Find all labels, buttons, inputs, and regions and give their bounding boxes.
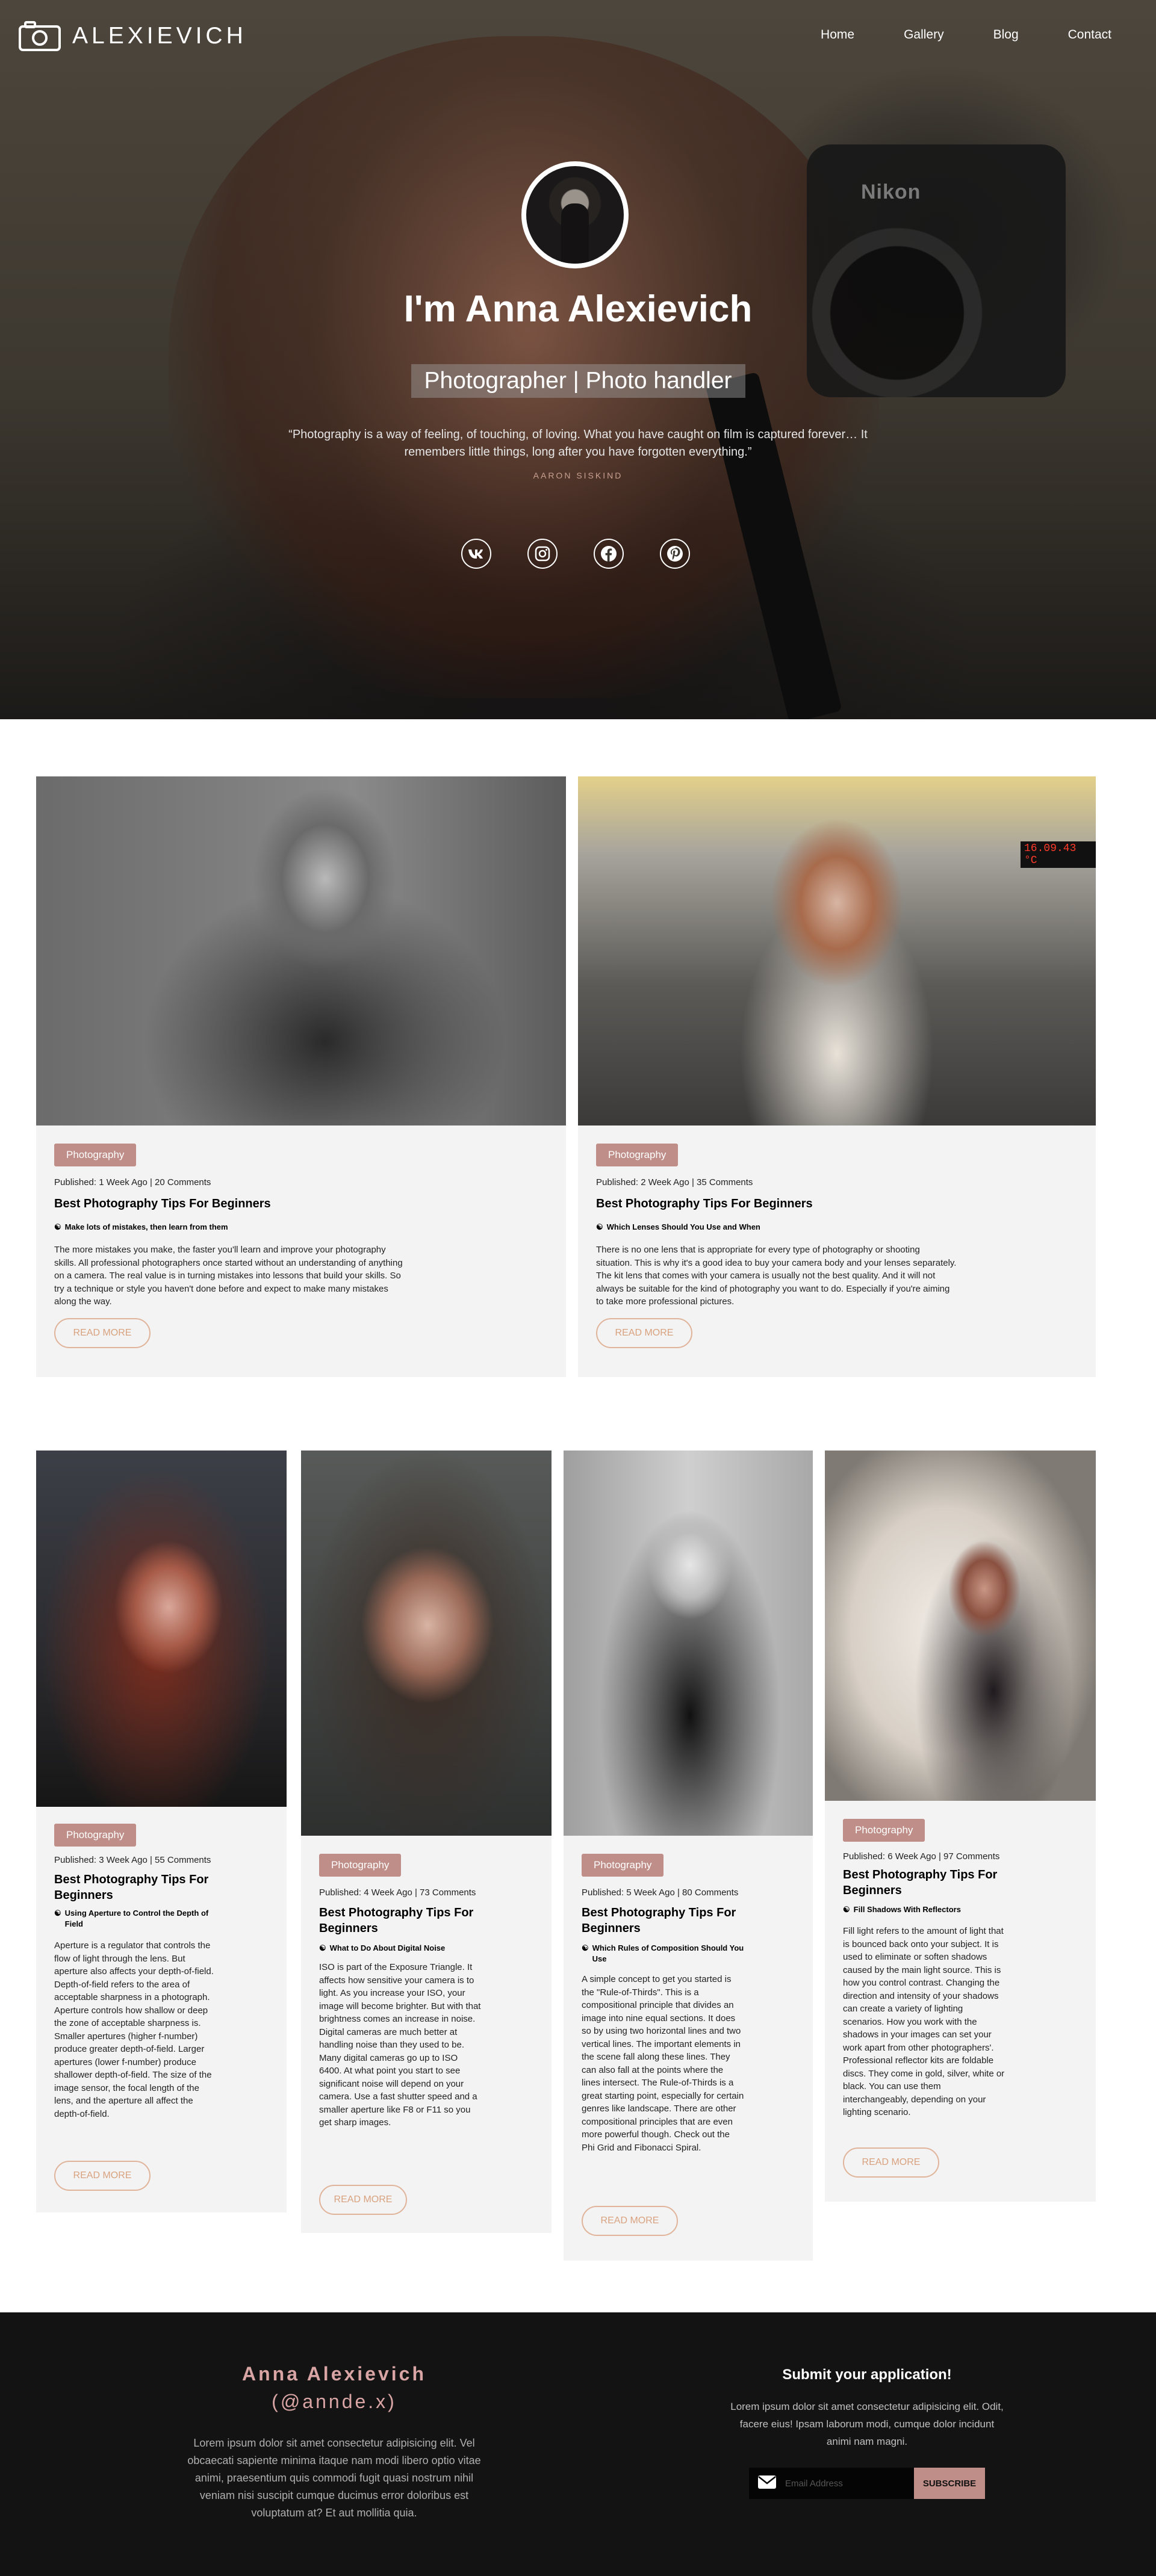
vk-icon[interactable] [461, 539, 491, 569]
nav-gallery-link[interactable]: Gallery [904, 28, 944, 42]
post-excerpt: A simple concept to get you started is t… [582, 1974, 744, 2153]
read-more-button[interactable]: READ MORE [596, 1318, 692, 1348]
footer-about-text: Lorem ipsum dolor sit amet consectetur a… [187, 2437, 481, 2519]
top-navigation: ALEXIEVICH Home Gallery Blog Contact [0, 0, 1156, 72]
post-excerpt: Fill light refers to the amount of light… [843, 1926, 1005, 2117]
read-more-button[interactable]: READ MORE [843, 2147, 939, 2178]
category-badge[interactable]: Photography [843, 1819, 925, 1842]
read-more-button[interactable]: READ MORE [582, 2206, 678, 2236]
post-meta: Published: 6 Week Ago | 97 Comments [843, 1851, 1000, 1862]
blog-card: Photography Published: 5 Week Ago | 80 C… [564, 1451, 813, 2261]
station-clock-text: 16.09.43 °C [1021, 841, 1096, 868]
nav-contact-link[interactable]: Contact [1068, 28, 1111, 42]
camera-brand-text: Nikon [861, 181, 921, 203]
post-excerpt: ISO is part of the Exposure Triangle. It… [319, 1962, 481, 2128]
blog-card: Photography Published: 4 Week Ago | 73 C… [301, 1451, 552, 2233]
post-meta: Published: 3 Week Ago | 55 Comments [54, 1855, 211, 1865]
brand-name: ALEXIEVICH [72, 23, 247, 49]
category-badge[interactable]: Photography [596, 1144, 679, 1166]
post-excerpt: Aperture is a regulator that controls th… [54, 1940, 214, 2119]
hero-camera-graphic [807, 144, 1066, 397]
yin-yang-icon: ☯ [319, 1943, 326, 1952]
footer-name: Anna Alexievich [241, 2363, 426, 2385]
post-meta: Published: 1 Week Ago | 20 Comments [54, 1177, 211, 1187]
category-badge[interactable]: Photography [582, 1854, 664, 1877]
site-logo[interactable]: ALEXIEVICH [18, 20, 247, 52]
nav-home-link[interactable]: Home [821, 28, 854, 42]
subscribe-button[interactable]: SUBSCRIBE [914, 2468, 985, 2499]
nav-links: Home Gallery Blog Contact [821, 28, 1111, 42]
yin-yang-icon: ☯ [54, 1909, 61, 1918]
post-title[interactable]: Best Photography Tips For Beginners [54, 1196, 536, 1212]
post-title[interactable]: Best Photography Tips For Beginners [582, 1905, 780, 1936]
hero-section: Nikon ALEXIEVICH Home Gallery Blog Conta… [0, 0, 1156, 719]
post-title[interactable]: Best Photography Tips For Beginners [319, 1905, 518, 1936]
instagram-icon[interactable] [527, 539, 558, 569]
footer-handle[interactable]: (@annde.x) [166, 2391, 503, 2413]
post-meta: Published: 5 Week Ago | 80 Comments [582, 1887, 739, 1898]
site-footer: Anna Alexievich (@annde.x) Lorem ipsum d… [0, 2312, 1156, 2576]
hero-subtitle: Photographer | Photo handler [411, 364, 745, 398]
subheading-text: Fill Shadows With Reflectors [853, 1905, 961, 1914]
envelope-icon [757, 2475, 777, 2492]
subscribe-title: Submit your application! [782, 2367, 952, 2383]
category-badge[interactable]: Photography [54, 1144, 137, 1166]
hero-quote: “Photography is a way of feeling, of tou… [288, 428, 868, 459]
avatar-figure [561, 203, 589, 264]
card-photo [36, 1451, 287, 1807]
post-subheading: ☯ Fill Shadows With Reflectors [843, 1904, 1036, 1915]
post-excerpt: There is no one lens that is appropriate… [596, 1245, 957, 1307]
email-placeholder: Email Address [785, 2478, 843, 2489]
subscribe-form: Email Address SUBSCRIBE [749, 2468, 985, 2499]
subheading-text: Which Rules of Composition Should You Us… [592, 1943, 744, 1963]
subheading-text: Which Lenses Should You Use and When [606, 1222, 760, 1231]
card-photo [825, 1451, 1096, 1801]
yin-yang-icon: ☯ [54, 1222, 61, 1231]
blog-card: 16.09.43 °C Photography Published: 2 Wee… [578, 776, 1096, 1377]
post-meta: Published: 4 Week Ago | 73 Comments [319, 1887, 476, 1898]
card-photo [301, 1451, 552, 1836]
social-links [461, 539, 690, 569]
category-badge[interactable]: Photography [319, 1854, 402, 1877]
post-subheading: ☯ Make lots of mistakes, then learn from … [54, 1222, 536, 1233]
camera-icon [18, 20, 61, 52]
post-excerpt: The more mistakes you make, the faster y… [54, 1245, 403, 1307]
yin-yang-icon: ☯ [596, 1222, 603, 1231]
hero-subtitle-wrap: Photographer | Photo handler [0, 364, 1156, 398]
read-more-button[interactable]: READ MORE [319, 2185, 407, 2215]
category-badge[interactable]: Photography [54, 1824, 137, 1847]
post-subheading: ☯ Using Aperture to Control the Depth of … [54, 1908, 217, 1930]
email-field[interactable]: Email Address [749, 2468, 914, 2499]
blog-card: Photography Published: 6 Week Ago | 97 C… [825, 1451, 1096, 2202]
read-more-button[interactable]: READ MORE [54, 1318, 151, 1348]
read-more-button[interactable]: READ MORE [54, 2161, 151, 2191]
subheading-text: Make lots of mistakes, then learn from t… [64, 1222, 228, 1231]
post-meta: Published: 2 Week Ago | 35 Comments [596, 1177, 753, 1187]
nav-blog-link[interactable]: Blog [993, 28, 1019, 42]
subheading-text: Using Aperture to Control the Depth of F… [64, 1909, 209, 1928]
profile-avatar [521, 161, 629, 268]
quote-author: AARON SISKIND [533, 471, 623, 480]
blog-card: Photography Published: 3 Week Ago | 55 C… [36, 1451, 287, 2212]
yin-yang-icon: ☯ [843, 1905, 850, 1914]
yin-yang-icon: ☯ [582, 1943, 589, 1952]
card-photo [36, 776, 566, 1125]
post-subheading: ☯ Which Lenses Should You Use and When [596, 1222, 1078, 1233]
post-title[interactable]: Best Photography Tips For Beginners [596, 1196, 1078, 1212]
pinterest-icon[interactable] [660, 539, 690, 569]
post-title[interactable]: Best Photography Tips For Beginners [54, 1872, 235, 1903]
post-subheading: ☯ Which Rules of Composition Should You U… [582, 1943, 750, 1965]
subscribe-description: Lorem ipsum dolor sit amet consectetur a… [730, 2401, 1004, 2447]
card-photo: 16.09.43 °C [578, 776, 1096, 1125]
post-title[interactable]: Best Photography Tips For Beginners [843, 1867, 1036, 1898]
card-photo [564, 1451, 813, 1836]
subheading-text: What to Do About Digital Noise [329, 1943, 446, 1952]
facebook-icon[interactable] [594, 539, 624, 569]
blog-card: Photography Published: 1 Week Ago | 20 C… [36, 776, 566, 1377]
hero-title: I'm Anna Alexievich [403, 288, 753, 330]
post-subheading: ☯ What to Do About Digital Noise [319, 1943, 500, 1954]
